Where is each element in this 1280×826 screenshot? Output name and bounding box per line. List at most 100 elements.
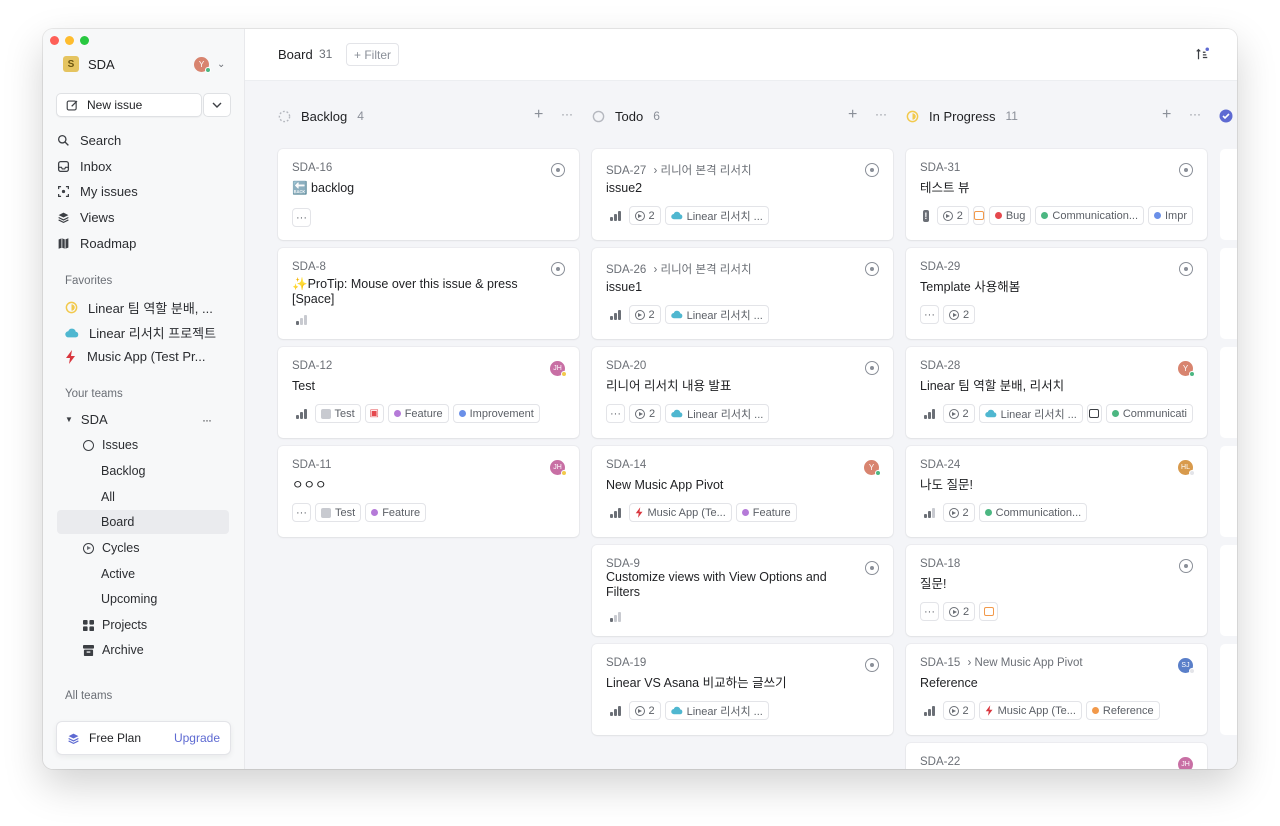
estimate-chip[interactable]: 2 [942, 404, 975, 423]
add-issue-button[interactable]: + [534, 106, 543, 124]
column-more-button[interactable]: ··· [561, 107, 573, 121]
sidebar-item-search[interactable]: Search [57, 133, 121, 148]
priority-button[interactable]: ··· [292, 208, 311, 227]
sidebar-item-archive[interactable]: Archive [83, 643, 144, 657]
sidebar-item-views[interactable]: Views [57, 210, 114, 225]
add-issue-button[interactable]: + [1162, 106, 1171, 124]
unassigned-icon[interactable] [1179, 163, 1193, 177]
label-chip[interactable]: Feature [735, 503, 797, 522]
project-chip[interactable]: Linear 리서치 ... [665, 404, 770, 423]
unassigned-icon[interactable] [865, 163, 879, 177]
unassigned-icon[interactable] [865, 361, 879, 375]
label-chip[interactable]: Test [314, 404, 361, 423]
issue-card[interactable]: SDA-12 Test JH Test ▣ Feature Improvemen… [278, 347, 579, 438]
priority-urgent-icon[interactable]: ! [923, 209, 929, 222]
project-chip[interactable]: Music App (Te... [628, 503, 732, 522]
issue-card[interactable]: SDA-27 › 리니어 본격 리서치 issue2 2 Linear 리서치 … [592, 149, 893, 240]
label-chip[interactable]: Communication... [978, 503, 1088, 522]
minimize-window-button[interactable] [65, 36, 74, 45]
sidebar-item-board[interactable]: Board [101, 515, 134, 529]
new-issue-button[interactable]: New issue [56, 93, 202, 117]
priority-button[interactable]: ··· [292, 503, 311, 522]
estimate-chip[interactable]: 2 [629, 404, 662, 423]
avatar[interactable]: JH [550, 460, 567, 476]
issue-card[interactable]: SDA-11 ㅇㅇㅇ JH ··· Test Feature [278, 446, 579, 537]
unassigned-icon[interactable] [551, 163, 565, 177]
sidebar-item-projects[interactable]: Projects [83, 618, 147, 632]
upgrade-link[interactable]: Upgrade [174, 731, 220, 745]
label-chip[interactable]: Impr [1148, 206, 1193, 225]
workspace-switcher[interactable]: S SDA [63, 56, 115, 72]
favorite-item-music-app[interactable]: Music App (Test Pr... [65, 349, 206, 364]
issue-card[interactable]: SDA-24 나도 질문! HL 2 Communication... [906, 446, 1207, 537]
label-chip[interactable]: Communication... [1035, 206, 1144, 225]
issue-card[interactable]: SDA-20 리니어 리서치 내용 발표 ··· 2 Linear 리서치 ..… [592, 347, 893, 438]
priority-button[interactable]: ··· [920, 305, 939, 324]
filter-button[interactable]: + Filter [346, 43, 400, 66]
unassigned-icon[interactable] [1179, 262, 1193, 276]
user-avatar[interactable]: Y [194, 57, 211, 73]
due-date-chip[interactable] [979, 602, 999, 621]
estimate-chip[interactable]: 2 [943, 602, 976, 621]
priority-button[interactable]: ··· [920, 602, 939, 621]
issue-card[interactable]: SDA-18 질문! ··· 2 [906, 545, 1207, 636]
estimate-chip[interactable]: 2 [628, 701, 661, 720]
label-chip[interactable]: Improvement [452, 404, 540, 423]
sidebar-item-active[interactable]: Active [101, 567, 135, 581]
due-date-chip[interactable] [1086, 404, 1102, 423]
sidebar-item-all[interactable]: All [101, 490, 115, 504]
chevron-down-icon[interactable]: ⌄ [217, 59, 225, 70]
issue-card[interactable]: SDA-29 Template 사용해봄 ··· 2 [906, 248, 1207, 339]
issue-card[interactable]: SDA-14 New Music App Pivot Y Music App (… [592, 446, 893, 537]
priority-medium-icon[interactable] [920, 507, 939, 518]
sidebar-item-inbox[interactable]: Inbox [57, 159, 112, 174]
unassigned-icon[interactable] [865, 561, 879, 575]
issue-card[interactable]: SDA-9 Customize views with View Options … [592, 545, 893, 636]
project-chip[interactable]: Linear 리서치 ... [664, 701, 769, 720]
favorite-item-linear-research[interactable]: Linear 리서치 프로젝트 [65, 323, 216, 342]
avatar[interactable]: SJ [1178, 658, 1195, 674]
label-chip[interactable]: Communicati [1105, 404, 1193, 423]
due-date-chip[interactable] [972, 206, 985, 225]
priority-button[interactable]: ··· [606, 404, 625, 423]
priority-low-icon[interactable] [292, 315, 307, 325]
avatar[interactable]: Y [1178, 361, 1195, 377]
estimate-chip[interactable]: 2 [628, 305, 661, 324]
priority-high-icon[interactable] [606, 507, 625, 518]
add-issue-button[interactable]: + [848, 106, 857, 124]
column-more-button[interactable]: ··· [875, 107, 887, 121]
estimate-chip[interactable]: 2 [942, 701, 975, 720]
issue-card[interactable]: SDA-31 테스트 뷰 ! 2 Bug Communication... Im… [906, 149, 1207, 240]
unassigned-icon[interactable] [1179, 559, 1193, 573]
unassigned-icon[interactable] [865, 262, 879, 276]
issue-card[interactable]: SDA-8 ✨ProTip: Mouse over this issue & p… [278, 248, 579, 339]
team-sda[interactable]: ▼ SDA [65, 412, 108, 427]
project-chip[interactable]: Linear 리서치 ... [664, 206, 769, 225]
label-chip[interactable]: Bug [988, 206, 1032, 225]
display-options-icon[interactable] [1195, 47, 1209, 61]
priority-high-icon[interactable] [606, 210, 625, 221]
sidebar-item-upcoming[interactable]: Upcoming [101, 592, 157, 606]
project-chip[interactable]: Linear 리서치 ... [664, 305, 769, 324]
priority-high-icon[interactable] [292, 408, 311, 419]
team-more-button[interactable]: ··· [202, 413, 212, 427]
label-chip[interactable]: Reference [1085, 701, 1160, 720]
label-chip[interactable]: Feature [365, 503, 427, 522]
estimate-chip[interactable]: 2 [628, 206, 661, 225]
due-date-chip[interactable]: ▣ [364, 404, 384, 423]
favorite-item-linear-team[interactable]: Linear 팀 역할 분배, ... [65, 298, 213, 317]
sidebar-item-backlog[interactable]: Backlog [101, 464, 145, 478]
label-chip[interactable]: Test [315, 503, 362, 522]
priority-high-icon[interactable] [606, 705, 625, 716]
zoom-window-button[interactable] [80, 36, 89, 45]
project-chip[interactable]: Music App (Te... [978, 701, 1082, 720]
avatar[interactable]: Y [864, 460, 881, 476]
unassigned-icon[interactable] [865, 658, 879, 672]
issue-card[interactable]: SDA-15 › New Music App Pivot Reference S… [906, 644, 1207, 735]
estimate-chip[interactable]: 2 [943, 305, 976, 324]
sidebar-item-issues[interactable]: Issues [83, 438, 138, 452]
avatar[interactable]: JH [1178, 757, 1193, 769]
avatar[interactable]: JH [550, 361, 567, 377]
priority-low-icon[interactable] [606, 612, 621, 622]
issue-card[interactable]: SDA-28 Linear 팀 역할 분배, 리서치 Y 2 Linear 리서… [906, 347, 1207, 438]
